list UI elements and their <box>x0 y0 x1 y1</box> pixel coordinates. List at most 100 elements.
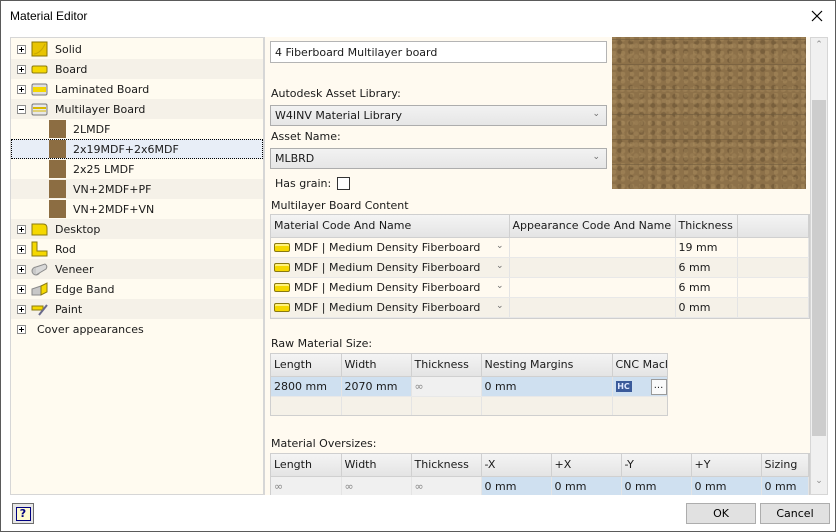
oversizes-label: Material Oversizes: <box>271 437 377 450</box>
scrollbar-thumb[interactable] <box>812 100 826 436</box>
close-button[interactable] <box>805 5 829 27</box>
chevron-down-icon[interactable]: ⌄ <box>496 261 504 271</box>
column-header[interactable]: Appearance Code And Name <box>509 215 676 238</box>
scroll-up-icon[interactable]: ⌃ <box>811 40 827 56</box>
column-header[interactable]: Width <box>341 454 412 477</box>
tree-child-vn-2mdf-pf[interactable]: VN+2MDF+PF <box>11 179 263 199</box>
window-title: Material Editor <box>10 9 88 23</box>
tree-item-paint[interactable]: Paint <box>11 299 263 319</box>
paint-icon <box>31 304 48 316</box>
oversize-length-cell[interactable]: ∞ <box>271 476 342 495</box>
material-name-input[interactable] <box>270 41 607 63</box>
material-cell[interactable]: MDF | Medium Density Fiberboard ⌄ <box>271 297 510 318</box>
tree-item-laminated-board[interactable]: Laminated Board <box>11 79 263 99</box>
table-row[interactable]: ∞ ∞ ∞ 0 mm 0 mm 0 mm 0 mm 0 mm <box>271 476 809 495</box>
length-cell[interactable]: 2800 mm <box>271 376 342 397</box>
expand-icon[interactable] <box>17 264 26 274</box>
tree-item-edge-band[interactable]: Edge Band <box>11 279 263 299</box>
tree-item-board[interactable]: Board <box>11 59 263 79</box>
tree-item-solid[interactable]: Solid <box>11 39 263 59</box>
edge-band-icon <box>31 282 48 296</box>
column-header[interactable]: Material Code And Name <box>271 215 510 238</box>
column-header[interactable]: Thickness <box>675 215 738 238</box>
thickness-cell[interactable]: 6 mm <box>675 277 738 298</box>
tree-item-cover-appearances[interactable]: Cover appearances <box>11 319 263 339</box>
cnc-machine-cell[interactable]: HC ... <box>612 376 667 397</box>
chevron-down-icon[interactable]: ⌄ <box>496 281 504 291</box>
column-header[interactable]: +Y <box>691 454 762 477</box>
material-cell[interactable]: MDF | Medium Density Fiberboard ⌄ <box>271 277 510 298</box>
column-header[interactable]: Sizing <box>761 454 809 477</box>
table-row[interactable]: 2800 mm 2070 mm ∞ 0 mm HC ... <box>271 376 667 397</box>
oversize-plus-y-cell[interactable]: 0 mm <box>691 476 762 495</box>
column-header[interactable]: Nesting Margins <box>481 354 613 377</box>
tree-item-veneer[interactable]: Veneer <box>11 259 263 279</box>
expand-icon[interactable] <box>17 304 26 314</box>
oversize-plus-x-cell[interactable]: 0 mm <box>551 476 622 495</box>
oversize-thickness-cell[interactable]: ∞ <box>411 476 482 495</box>
tree-item-desktop[interactable]: Desktop <box>11 219 263 239</box>
asset-name-select[interactable]: MLBRD ⌄ <box>270 148 607 169</box>
expand-icon[interactable] <box>17 244 26 254</box>
width-cell[interactable]: 2070 mm <box>341 376 412 397</box>
thickness-cell[interactable]: 6 mm <box>675 257 738 278</box>
column-header[interactable]: Length <box>271 354 342 377</box>
thickness-cell[interactable]: 0 mm <box>675 297 738 318</box>
appearance-cell[interactable] <box>509 257 676 278</box>
column-header[interactable]: Thickness <box>411 454 482 477</box>
column-header[interactable]: Width <box>341 354 412 377</box>
has-grain-checkbox[interactable] <box>337 177 350 190</box>
tree-child-2x19mdf-2x6mdf[interactable]: 2x19MDF+2x6MDF <box>11 139 263 159</box>
material-cell[interactable]: MDF | Medium Density Fiberboard ⌄ <box>271 257 510 278</box>
expand-icon[interactable] <box>17 324 26 334</box>
expand-icon[interactable] <box>17 84 26 94</box>
column-header[interactable]: -Y <box>621 454 692 477</box>
expand-icon[interactable] <box>17 224 26 234</box>
column-header[interactable]: +X <box>551 454 622 477</box>
column-header[interactable]: Length <box>271 454 342 477</box>
material-cell[interactable]: MDF | Medium Density Fiberboard ⌄ <box>271 237 510 258</box>
close-icon <box>811 10 823 22</box>
tree-child-2lmdf[interactable]: 2LMDF <box>11 119 263 139</box>
appearance-cell[interactable] <box>509 237 676 258</box>
ok-button[interactable]: OK <box>686 503 756 524</box>
multilayer-board-icon <box>31 103 48 116</box>
table-row[interactable]: MDF | Medium Density Fiberboard ⌄ 19 mm <box>271 237 809 258</box>
oversize-width-cell[interactable]: ∞ <box>341 476 412 495</box>
collapse-icon[interactable] <box>17 104 26 114</box>
browse-button[interactable]: ... <box>650 378 666 395</box>
oversize-sizing-cell[interactable]: 0 mm <box>761 476 809 495</box>
expand-icon[interactable] <box>17 64 26 74</box>
scroll-down-icon[interactable]: ⌄ <box>811 476 827 492</box>
cancel-button[interactable]: Cancel <box>760 503 830 524</box>
details-scrollbar[interactable]: ⌃ ⌄ <box>810 37 828 495</box>
chevron-down-icon[interactable]: ⌄ <box>496 301 504 311</box>
expand-icon[interactable] <box>17 44 26 54</box>
tree-item-multilayer-board[interactable]: Multilayer Board <box>11 99 263 119</box>
thickness-cell[interactable]: ∞ <box>411 376 482 397</box>
thickness-cell[interactable]: 19 mm <box>675 237 738 258</box>
tree-item-rod[interactable]: Rod <box>11 239 263 259</box>
column-header[interactable]: Thickness <box>411 354 482 377</box>
expand-icon[interactable] <box>17 284 26 294</box>
asset-library-select[interactable]: W4INV Material Library ⌄ <box>270 105 607 126</box>
table-row[interactable]: MDF | Medium Density Fiberboard ⌄ 6 mm <box>271 257 809 278</box>
column-header[interactable]: -X <box>481 454 552 477</box>
table-row[interactable]: MDF | Medium Density Fiberboard ⌄ 0 mm <box>271 297 809 318</box>
appearance-cell[interactable] <box>509 277 676 298</box>
column-header[interactable]: CNC Macl <box>612 354 667 377</box>
title-bar: Material Editor <box>1 1 835 32</box>
tree-child-2x25-lmdf[interactable]: 2x25 LMDF <box>11 159 263 179</box>
cnc-machine-icon: HC <box>615 381 632 392</box>
oversize-minus-y-cell[interactable]: 0 mm <box>621 476 692 495</box>
chevron-down-icon[interactable]: ⌄ <box>496 241 504 251</box>
help-button[interactable]: ? <box>12 503 34 524</box>
nesting-margins-cell[interactable]: 0 mm <box>481 376 613 397</box>
material-oversizes-table: Length Width Thickness -X +X -Y +Y Sizin… <box>270 453 810 495</box>
oversize-minus-x-cell[interactable]: 0 mm <box>481 476 552 495</box>
table-row[interactable]: MDF | Medium Density Fiberboard ⌄ 6 mm <box>271 277 809 298</box>
board-icon <box>31 65 48 74</box>
has-grain-label: Has grain: <box>275 177 332 190</box>
appearance-cell[interactable] <box>509 297 676 318</box>
tree-child-vn-2mdf-vn[interactable]: VN+2MDF+VN <box>11 199 263 219</box>
